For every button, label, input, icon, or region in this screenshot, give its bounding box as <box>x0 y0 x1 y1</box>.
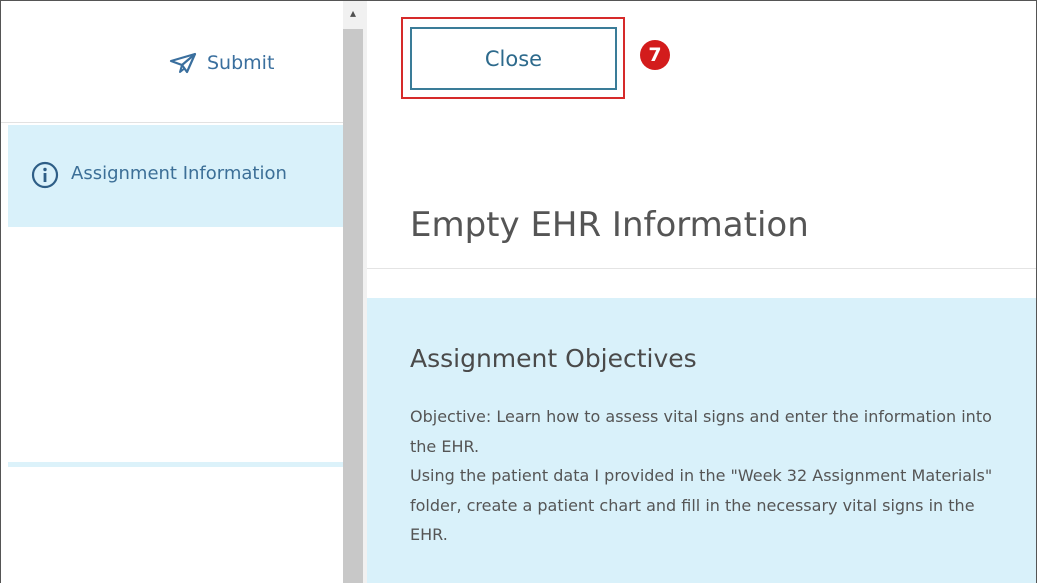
page-title: Empty EHR Information <box>410 205 809 245</box>
sidebar-scrollbar[interactable]: ▴ <box>343 1 367 583</box>
step-number-badge: 7 <box>640 40 670 70</box>
submit-label: Submit <box>207 52 275 74</box>
info-icon <box>31 161 59 189</box>
paper-plane-icon <box>169 52 197 74</box>
title-divider <box>367 268 1036 269</box>
sidebar-divider <box>8 462 343 467</box>
objectives-heading: Assignment Objectives <box>410 344 697 373</box>
submit-row: Submit <box>1 1 343 123</box>
instructions-paragraph: Using the patient data I provided in the… <box>410 466 993 544</box>
objective-paragraph: Objective: Learn how to assess vital sig… <box>410 407 992 456</box>
sidebar: Submit Assignment Information <box>1 1 343 583</box>
objectives-panel: Assignment Objectives Objective: Learn h… <box>367 298 1036 583</box>
close-button[interactable]: Close <box>410 27 617 90</box>
scroll-up-arrow-icon[interactable]: ▴ <box>343 1 363 25</box>
sidebar-item-label: Assignment Information <box>71 163 287 184</box>
objectives-text: Objective: Learn how to assess vital sig… <box>410 402 1010 550</box>
sidebar-item-assignment-information[interactable]: Assignment Information <box>8 125 343 227</box>
main-content: Close 7 Empty EHR Information Assignment… <box>367 1 1036 583</box>
scroll-thumb[interactable] <box>343 29 363 583</box>
submit-button[interactable]: Submit <box>169 49 274 77</box>
